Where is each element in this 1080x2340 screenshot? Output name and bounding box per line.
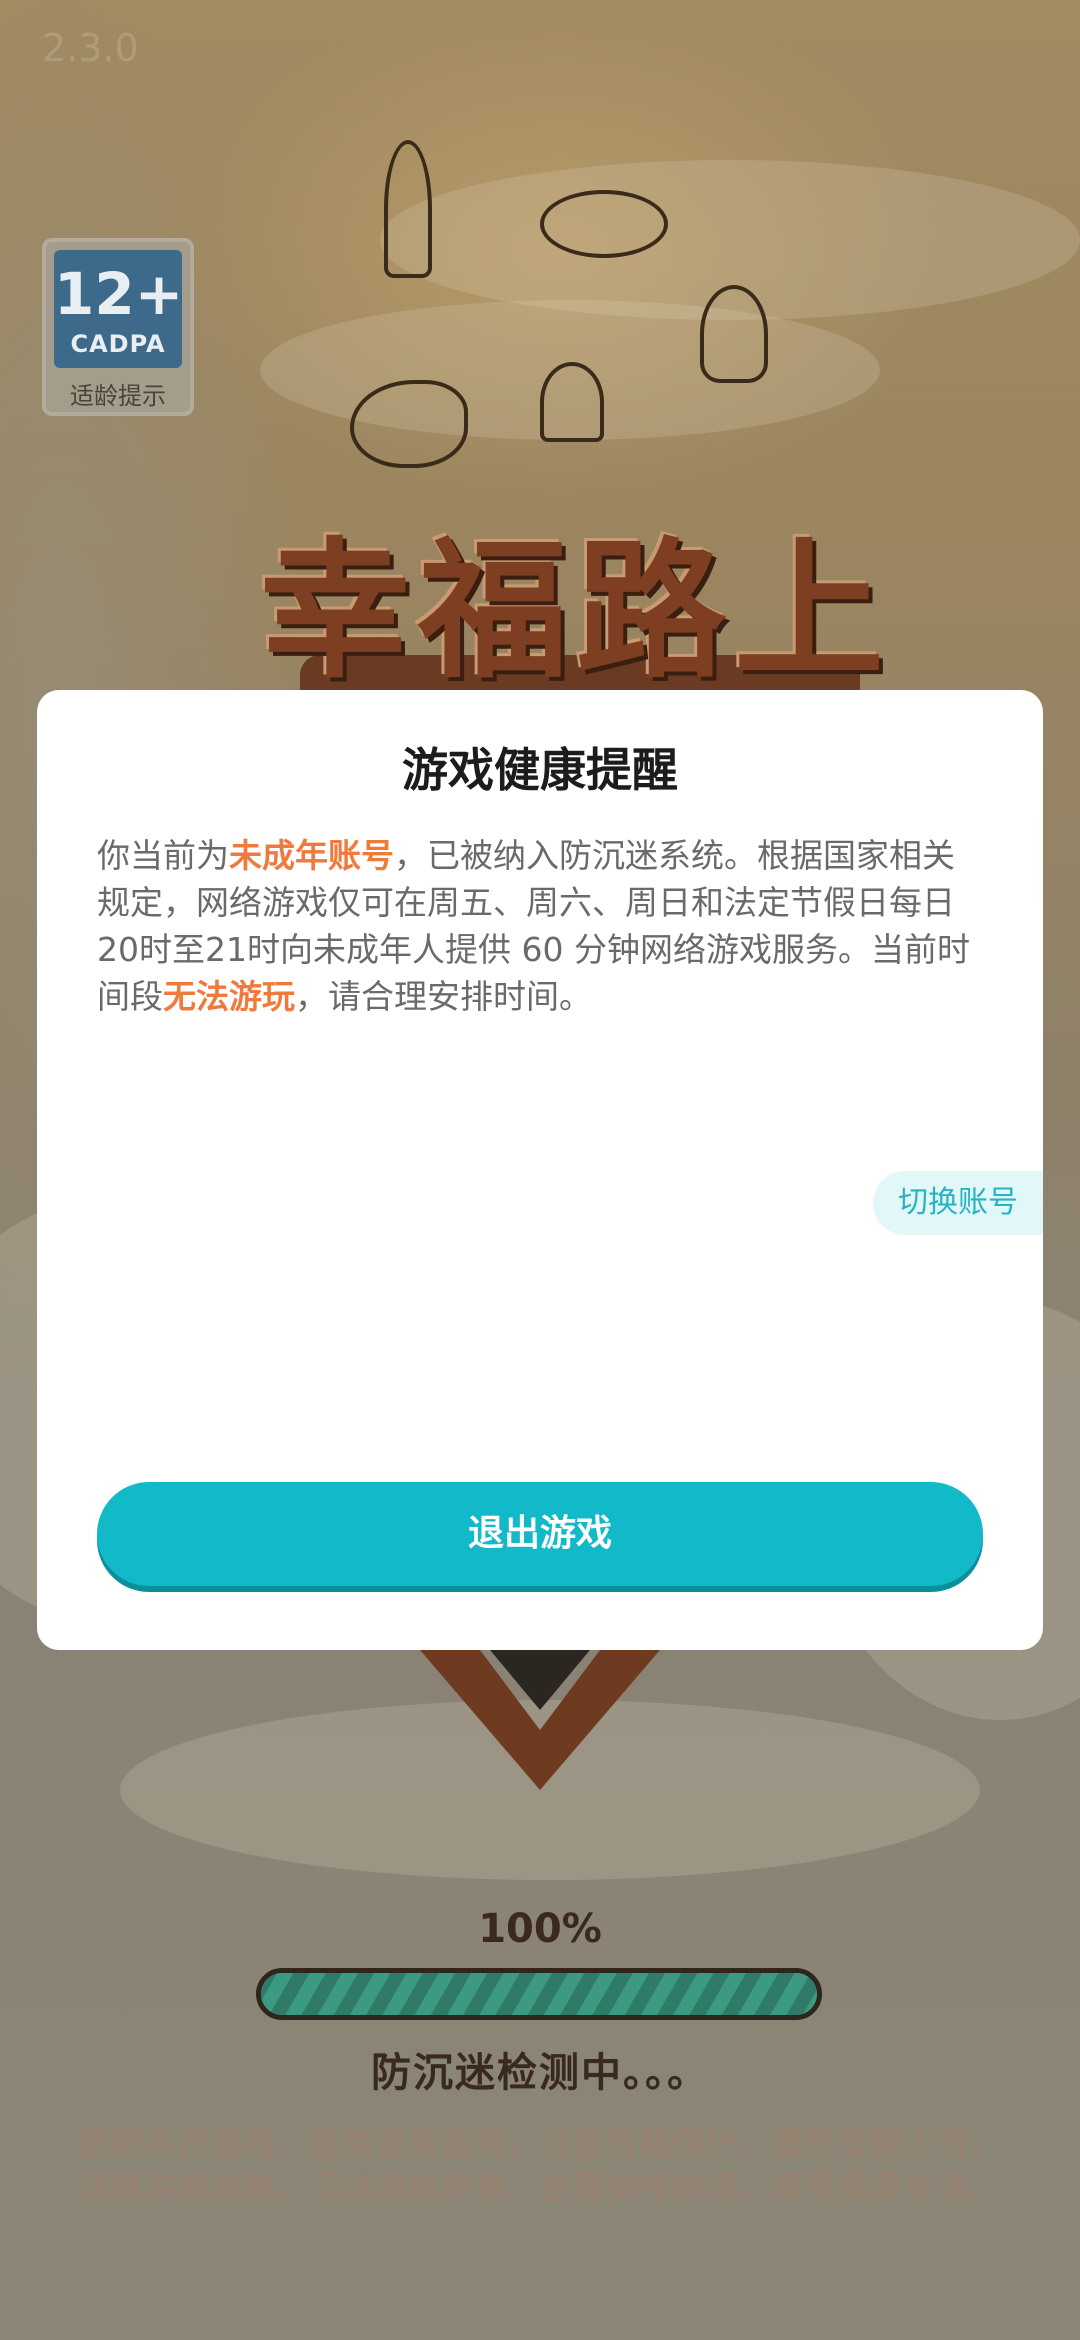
version-label: 2.3.0 bbox=[42, 26, 139, 70]
message-text: ，请合理安排时间。 bbox=[295, 977, 592, 1016]
shrimp-sketch bbox=[350, 380, 468, 468]
loading-progress-fill bbox=[261, 1973, 817, 2015]
health-slogan-line-1: 抵制不良游戏，拒绝盗版游戏。注意自我保护，谨防受骗上当。 bbox=[77, 2124, 1002, 2162]
message-text: 你当前为 bbox=[97, 836, 229, 875]
switch-account-button[interactable]: 切换账号 bbox=[873, 1171, 1043, 1235]
heart-emblem-graphic bbox=[420, 1650, 660, 1790]
age-rating-number: 12+ bbox=[54, 260, 184, 328]
minor-account-highlight: 未成年账号 bbox=[229, 836, 394, 875]
age-rating-badge: 12+ CADPA 适龄提示 bbox=[42, 238, 194, 416]
age-rating-panel: 12+ CADPA bbox=[54, 250, 184, 368]
game-title-logo: 幸福路上 bbox=[260, 525, 893, 699]
loading-progress-bar bbox=[256, 1968, 822, 2020]
dialog-title: 游戏健康提醒 bbox=[402, 743, 678, 797]
age-rating-code: CADPA bbox=[70, 330, 166, 358]
herb-sketch bbox=[384, 140, 432, 278]
health-reminder-dialog: 游戏健康提醒 你当前为未成年账号，已被纳入防沉迷系统。根据国家相关规定，网络游戏… bbox=[37, 690, 1043, 1650]
mushroom-sketch bbox=[540, 362, 604, 442]
lettuce-sketch bbox=[700, 285, 768, 383]
loading-percent: 100% bbox=[478, 1906, 602, 1952]
age-rating-tip: 适龄提示 bbox=[70, 382, 166, 410]
dialog-message: 你当前为未成年账号，已被纳入防沉迷系统。根据国家相关规定，网络游戏仅可在周五、周… bbox=[97, 832, 983, 1020]
exit-game-button[interactable]: 退出游戏 bbox=[97, 1482, 983, 1586]
health-slogan-line-2: 适度游戏益脑，沉迷游戏伤身。合理安排时间，享受健康生活。 bbox=[77, 2168, 1002, 2206]
loading-status: 防沉迷检测中。。。 bbox=[371, 2050, 709, 2096]
oyster-sketch bbox=[540, 190, 668, 258]
unplayable-highlight: 无法游玩 bbox=[163, 977, 295, 1016]
